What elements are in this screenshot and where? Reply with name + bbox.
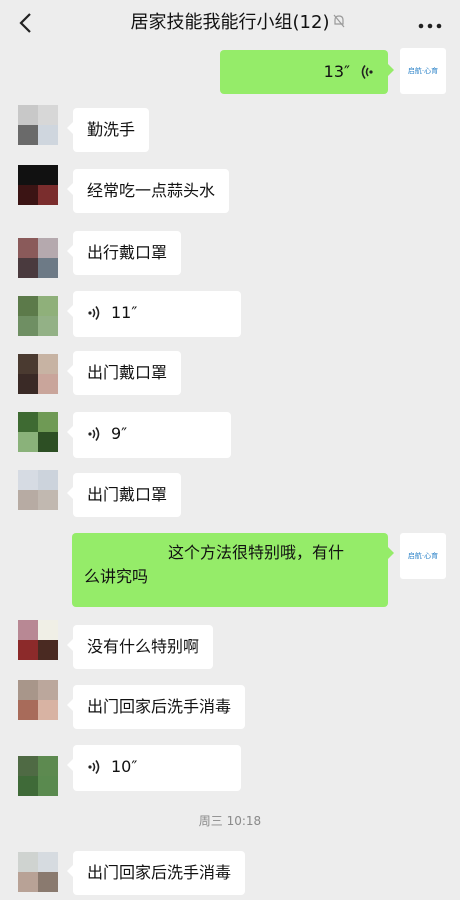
voice-bubble[interactable]: 9″ — [67, 412, 231, 458]
message-text: 出门回家后洗手消毒 — [87, 697, 232, 716]
text-bubble[interactable]: 没有什么特别啊 — [66, 625, 214, 669]
voice-wave-icon — [361, 65, 373, 79]
voice-wave-icon — [88, 306, 100, 320]
message-text: 这个方法很特别哦，有什 — [168, 543, 345, 562]
text-bubble[interactable]: 经常吃一点蒜头水 — [66, 169, 230, 213]
message-text: 经常吃一点蒜头水 — [87, 181, 216, 200]
message-text: 出门戴口罩 — [87, 363, 168, 382]
avatar[interactable] — [18, 296, 58, 336]
text-bubble[interactable]: 出门戴口罩 — [66, 473, 182, 517]
avatar[interactable] — [18, 165, 58, 205]
avatar[interactable] — [18, 620, 58, 660]
avatar[interactable] — [18, 680, 58, 720]
voice-wave-icon — [88, 427, 100, 441]
voice-duration: 9″ — [111, 424, 128, 443]
voice-duration: 10″ — [111, 757, 138, 776]
voice-bubble[interactable]: 10″ — [67, 745, 241, 791]
avatar[interactable] — [18, 412, 58, 452]
text-bubble[interactable]: 出门戴口罩 — [66, 351, 182, 395]
message-text: 勤洗手 — [87, 120, 136, 139]
voice-bubble[interactable]: 11″ — [67, 291, 241, 337]
message-text: 出行戴口罩 — [87, 243, 168, 262]
avatar[interactable] — [18, 238, 58, 278]
chevron-left-icon — [19, 13, 31, 33]
text-bubble[interactable]: 出门回家后洗手消毒 — [66, 685, 246, 729]
voice-duration: 13″ — [323, 62, 350, 81]
chat-header: 居家技能我能行小组(12) — [0, 0, 460, 48]
avatar[interactable] — [18, 470, 58, 510]
text-bubble[interactable]: 这个方法很特别哦，有什 么讲究吗 — [72, 533, 394, 607]
time-separator: 周三 10:18 — [198, 814, 262, 828]
avatar[interactable] — [18, 105, 58, 145]
self-avatar-logo-text: 启航·心育 — [407, 67, 439, 75]
back-button[interactable] — [14, 10, 36, 36]
text-bubble[interactable]: 出行戴口罩 — [66, 231, 182, 275]
avatar[interactable] — [18, 354, 58, 394]
voice-duration: 11″ — [111, 303, 138, 322]
self-avatar[interactable]: 启航·心育 — [400, 48, 446, 94]
text-bubble[interactable]: 勤洗手 — [66, 108, 150, 152]
self-avatar[interactable]: 启航·心育 — [400, 533, 446, 579]
message-text: 没有什么特别啊 — [87, 637, 200, 656]
voice-wave-icon — [88, 760, 100, 774]
bell-off-icon — [333, 14, 345, 28]
more-button[interactable] — [418, 12, 442, 30]
voice-bubble[interactable]: 13″ — [220, 50, 394, 94]
self-avatar-logo-text: 启航·心育 — [407, 552, 439, 560]
more-dots-icon — [418, 23, 442, 29]
message-text: 么讲究吗 — [84, 567, 149, 586]
avatar[interactable] — [18, 852, 58, 892]
avatar[interactable] — [18, 756, 58, 796]
text-bubble[interactable]: 出门回家后洗手消毒 — [66, 851, 246, 895]
message-text: 出门回家后洗手消毒 — [87, 863, 232, 882]
message-text: 出门戴口罩 — [87, 485, 168, 504]
